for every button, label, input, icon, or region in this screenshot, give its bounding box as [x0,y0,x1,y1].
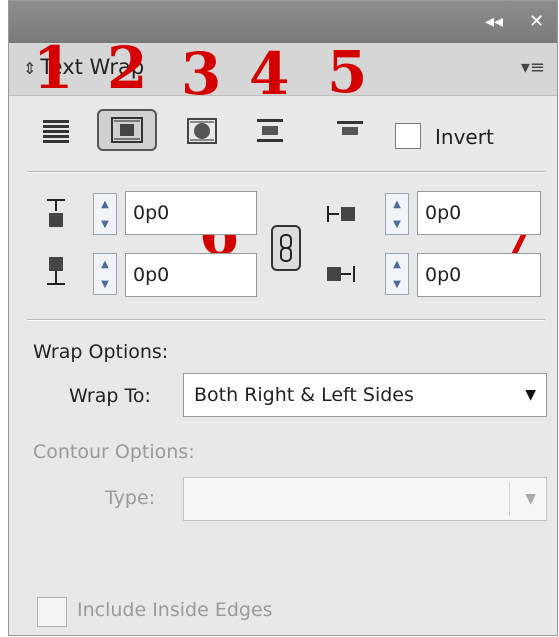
bottom-offset-field[interactable]: 0p0 [125,253,257,297]
contour-type-label: Type: [105,487,156,509]
wrap-bounding-box-icon [111,117,143,143]
section-divider [27,319,545,321]
up-arrow-icon: ▲ [101,258,109,270]
down-arrow-icon: ▼ [101,218,109,230]
no-text-wrap-icon [43,120,69,143]
wrap-around-object-shape-button[interactable] [179,111,225,151]
close-panel-button[interactable]: ✕ [529,11,544,32]
right-offset-spinner[interactable]: ▲ ▼ [385,253,409,295]
right-offset-field[interactable]: 0p0 [417,253,541,297]
annotation-3: 3 [181,40,222,108]
top-offset-spinner[interactable]: ▲ ▼ [93,193,117,235]
down-arrow-icon: ▼ [393,278,401,290]
include-inside-edges-checkbox[interactable] [37,597,67,627]
wrap-object-shape-icon [187,118,217,144]
right-offset-icon [327,266,355,282]
annotation-4: 4 [249,40,290,108]
down-arrow-icon: ▼ [101,278,109,290]
wrap-to-value: Both Right & Left Sides [194,384,414,406]
panel-menu-icon[interactable]: ▾≡ [521,57,545,78]
text-wrap-panel: ◂◂ ✕ ⇕ Text Wrap ▾≡ 1 2 3 4 5 Invert ▲ ▼… [8,0,558,636]
bottom-offset-spinner[interactable]: ▲ ▼ [93,253,117,295]
chain-link-icon [280,234,292,262]
wrap-options-heading: Wrap Options: [33,341,169,363]
make-all-settings-same-button[interactable] [271,225,301,271]
jump-object-icon [257,119,283,142]
wrap-around-bounding-box-button[interactable] [97,109,157,151]
annotation-1: 1 [33,34,74,102]
left-offset-spinner[interactable]: ▲ ▼ [385,193,409,235]
jump-object-button[interactable] [247,111,293,151]
section-divider [27,171,545,173]
panel-title-bar: ◂◂ ✕ [9,1,557,43]
invert-checkbox[interactable] [395,123,421,149]
chevron-down-icon: ▼ [525,491,536,507]
bottom-offset-icon [47,257,65,285]
up-arrow-icon: ▲ [101,198,109,210]
chevron-down-icon: ▼ [525,387,536,403]
annotation-2: 2 [107,34,148,102]
invert-label: Invert [435,125,494,149]
wrap-to-dropdown[interactable]: Both Right & Left Sides ▼ [183,373,547,417]
top-offset-field[interactable]: 0p0 [125,191,257,235]
contour-type-dropdown[interactable]: ▼ [183,477,547,521]
jump-to-next-column-icon [337,121,363,135]
up-arrow-icon: ▲ [393,198,401,210]
include-inside-edges-label: Include Inside Edges [77,599,273,621]
annotation-5: 5 [327,38,368,106]
down-arrow-icon: ▼ [393,218,401,230]
up-arrow-icon: ▲ [393,258,401,270]
top-offset-icon [47,199,65,227]
wrap-to-label: Wrap To: [69,385,151,407]
jump-to-next-column-button[interactable] [327,111,373,151]
left-offset-icon [327,206,355,222]
contour-options-heading: Contour Options: [33,441,195,463]
no-text-wrap-button[interactable] [33,111,79,151]
dropdown-divider [509,482,510,516]
collapse-panel-button[interactable]: ◂◂ [485,11,503,32]
left-offset-field[interactable]: 0p0 [417,191,541,235]
